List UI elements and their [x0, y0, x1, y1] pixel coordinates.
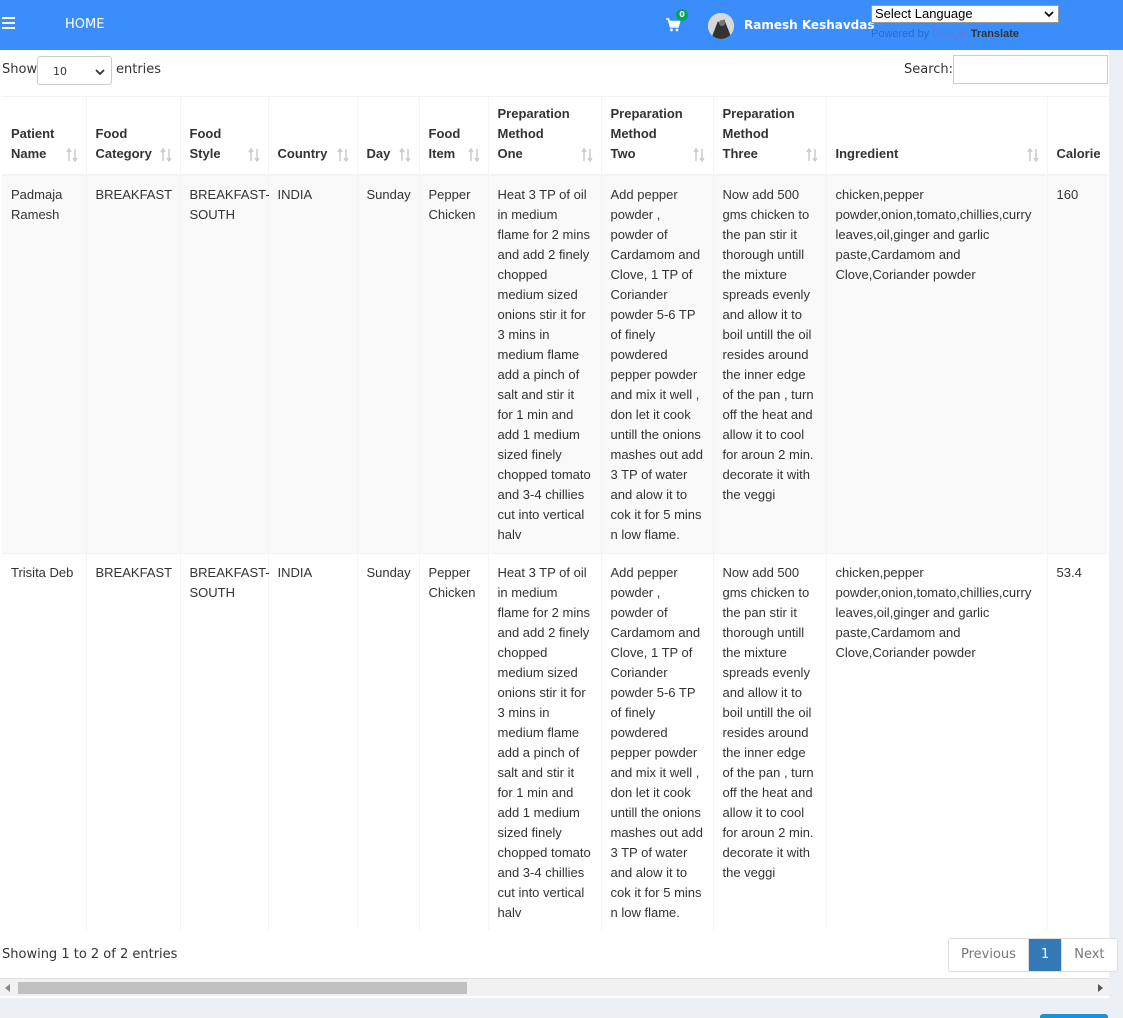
cell-patient: Padmaja Ramesh	[2, 174, 87, 554]
sort-arrows-icon[interactable]	[692, 147, 705, 163]
column-header-label: Method	[497, 125, 544, 141]
column-header-label: Preparation	[610, 105, 683, 121]
avatar[interactable]	[708, 13, 734, 39]
column-header-label: Preparation	[497, 105, 570, 121]
column-header-label: Day	[366, 145, 391, 161]
powered-by-text: Powered by	[871, 28, 930, 40]
scrollbar-thumb[interactable]	[18, 982, 467, 994]
table-scroll-area: Patient Name Food Category Food Style Country D…	[0, 50, 1108, 930]
user-name[interactable]: Ramesh Keshavdas	[744, 18, 875, 32]
column-header[interactable]: Day	[357, 96, 420, 176]
column-header[interactable]: Calorie	[1047, 96, 1108, 176]
pagination: Previous 1 Next	[948, 938, 1118, 972]
column-header-label: Name	[11, 145, 47, 161]
previous-page-button[interactable]: Previous	[949, 939, 1029, 971]
sort-arrows-icon[interactable]	[1026, 147, 1039, 163]
cell-style: BREAKFAST-SOUTH	[180, 553, 270, 930]
cell-calorie: 53.4	[1047, 553, 1108, 930]
cell-prep3: Now add 500 gms chicken to the pan stir …	[713, 553, 827, 930]
top-navbar: HOME 0 Ramesh Keshavdas Select Language …	[0, 0, 1123, 50]
datatable-box: Show 10 entries Search: Patient Name Food C…	[0, 50, 1118, 998]
sort-arrows-icon[interactable]	[805, 147, 818, 163]
cell-prep1: Heat 3 TP of oil in medium flame for 2 m…	[488, 553, 602, 930]
google-logo-text[interactable]: Google	[932, 28, 967, 40]
horizontal-scrollbar[interactable]	[0, 978, 1109, 996]
column-header-label: Method	[610, 125, 657, 141]
column-header-label: Preparation	[722, 105, 795, 121]
column-header[interactable]: Country	[268, 96, 358, 176]
sort-arrows-icon[interactable]	[398, 147, 411, 163]
scroll-right-icon[interactable]	[1098, 984, 1103, 992]
sort-arrows-icon[interactable]	[159, 147, 172, 163]
column-header-label: Food	[95, 125, 128, 141]
bottom-action-edge[interactable]	[1040, 1014, 1108, 1018]
cell-calorie: 160	[1047, 174, 1108, 554]
cell-country: INDIA	[268, 553, 358, 930]
column-header-label: Method	[722, 125, 769, 141]
chevron-down-icon	[1044, 11, 1054, 18]
home-link[interactable]: HOME	[65, 17, 104, 32]
cell-prep2: Add pepper powder , powder of Cardamom a…	[601, 174, 714, 554]
column-header-label: Food	[428, 125, 461, 141]
cell-item: Pepper Chicken	[419, 174, 489, 554]
column-header[interactable]: Preparation Method One	[488, 96, 602, 176]
column-header-label: Style	[189, 145, 221, 161]
table-row: Padmaja Ramesh BREAKFAST BREAKFAST-SOUTH IN…	[2, 174, 1108, 554]
cell-prep3: Now add 500 gms chicken to the pan stir …	[713, 174, 827, 554]
column-header[interactable]: Food Style	[180, 96, 269, 176]
column-header[interactable]: Preparation Method Two	[601, 96, 714, 176]
column-header-label: Two	[610, 145, 636, 161]
cell-day: Sunday	[357, 553, 420, 930]
sort-arrows-icon[interactable]	[247, 147, 260, 163]
cell-prep1: Heat 3 TP of oil in medium flame for 2 m…	[488, 174, 602, 554]
patient-food-table: Patient Name Food Category Food Style Country D…	[2, 96, 1108, 930]
cell-patient: Trisita Deb	[2, 553, 87, 930]
page-1-button[interactable]: 1	[1028, 939, 1062, 971]
column-header-label: Item	[428, 145, 456, 161]
cell-item: Pepper Chicken	[419, 553, 489, 930]
table-header-row: Patient Name Food Category Food Style Country D…	[2, 96, 1108, 176]
sort-arrows-icon[interactable]	[580, 147, 593, 163]
cell-category: BREAKFAST	[86, 553, 181, 930]
cell-prep2: Add pepper powder , powder of Cardamom a…	[601, 553, 714, 930]
column-header-label: Food	[189, 125, 222, 141]
column-header[interactable]: Food Item	[419, 96, 489, 176]
column-header-label: Country	[277, 145, 328, 161]
cell-ingredient: chicken,pepper powder,onion,tomato,chill…	[826, 174, 1048, 554]
column-header-label: One	[497, 145, 523, 161]
column-header[interactable]: Patient Name	[2, 96, 87, 176]
google-translate-attribution: Powered by Google Translate	[871, 28, 1019, 40]
next-page-button[interactable]: Next	[1061, 939, 1117, 971]
cart-count-badge: 0	[676, 9, 688, 21]
sort-arrows-icon[interactable]	[65, 147, 78, 163]
scroll-left-icon[interactable]	[5, 984, 10, 992]
column-header-label: Ingredient	[835, 145, 899, 161]
column-header-label: Category	[95, 145, 152, 161]
cell-country: INDIA	[268, 174, 358, 554]
cell-day: Sunday	[357, 174, 420, 554]
table-info: Showing 1 to 2 of 2 entries	[2, 947, 178, 962]
language-select-value: Select Language	[875, 6, 973, 21]
column-header-label: Patient	[11, 125, 55, 141]
cell-category: BREAKFAST	[86, 174, 181, 554]
sort-arrows-icon[interactable]	[336, 147, 349, 163]
column-header[interactable]: Ingredient	[826, 96, 1048, 176]
sort-arrows-icon[interactable]	[467, 147, 480, 163]
column-header[interactable]: Preparation Method Three	[713, 96, 827, 176]
language-select[interactable]: Select Language	[871, 5, 1059, 23]
column-header-label: Calorie	[1056, 145, 1101, 161]
cell-ingredient: chicken,pepper powder,onion,tomato,chill…	[826, 553, 1048, 930]
column-header[interactable]: Food Category	[86, 96, 181, 176]
menu-toggle-icon[interactable]	[2, 17, 15, 31]
column-header-label: Three	[722, 145, 758, 161]
table-row: Trisita Deb BREAKFAST BREAKFAST-SOUTH INDIA…	[2, 553, 1108, 930]
cell-style: BREAKFAST-SOUTH	[180, 174, 270, 554]
translate-text: Translate	[970, 28, 1020, 40]
